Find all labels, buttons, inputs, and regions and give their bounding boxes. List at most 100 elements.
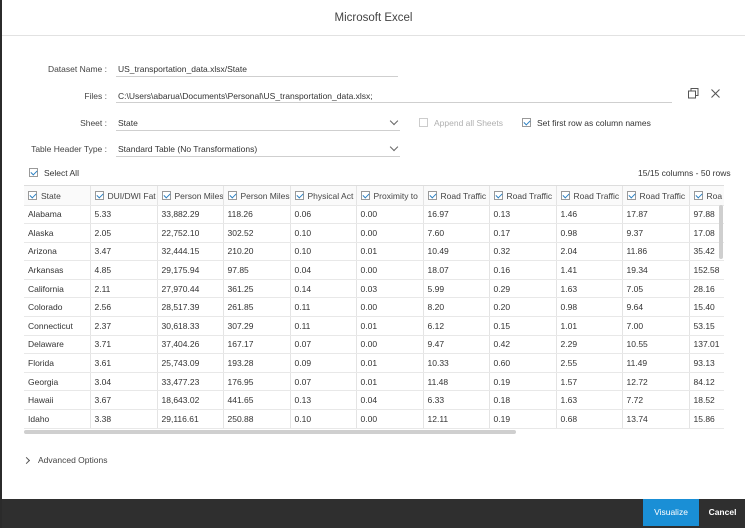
- table-cell: 10.33: [423, 353, 490, 373]
- files-input[interactable]: C:\Users\abarua\Documents\Personal\US_tr…: [118, 91, 373, 101]
- table-cell: 0.07: [290, 335, 357, 355]
- column-checkbox[interactable]: [227, 191, 237, 201]
- table-cell: 0.00: [356, 297, 424, 318]
- table-cell: 11.48: [423, 372, 490, 392]
- column-header[interactable]: Physical Act: [290, 186, 357, 206]
- table-cell: 2.04: [556, 242, 623, 262]
- table-cell: 2.11: [90, 279, 158, 299]
- first-row-checkbox[interactable]: [522, 118, 531, 127]
- table-cell: 1.63: [556, 390, 623, 411]
- table-cell: 32,444.15: [157, 242, 224, 262]
- table-cell: 0.00: [356, 335, 424, 355]
- column-checkbox[interactable]: [294, 191, 304, 201]
- table-cell: 7.60: [423, 223, 490, 243]
- table-cell: 15.86: [689, 409, 724, 429]
- table-cell: 2.37: [90, 316, 158, 336]
- table-cell: 0.13: [489, 205, 557, 225]
- table-row: Colorado 2.56 28,517.39 261.85 0.11 0.00 8.20 0…: [24, 297, 724, 318]
- close-icon[interactable]: [711, 89, 720, 98]
- table-cell: 5.33: [90, 205, 158, 225]
- append-sheets-checkbox[interactable]: [419, 118, 428, 127]
- table-cell: 17.87: [622, 205, 690, 225]
- table-row: Georgia 3.04 33,477.23 176.95 0.07 0.01 11.48 0…: [24, 372, 724, 392]
- table-row: Alabama 5.33 33,882.29 118.26 0.06 0.00 16.97 0…: [24, 205, 724, 225]
- table-cell: California: [24, 279, 91, 299]
- header-type-underline: [116, 156, 400, 157]
- vertical-scrollbar[interactable]: [719, 205, 723, 259]
- column-header[interactable]: Road Traffic: [556, 186, 623, 206]
- table-row: Hawaii 3.67 18,643.02 441.65 0.13 0.04 6.33 0.1…: [24, 390, 724, 411]
- select-all-checkbox[interactable]: [29, 168, 38, 177]
- column-checkbox[interactable]: [693, 191, 703, 201]
- table-cell: Connecticut: [24, 316, 91, 336]
- column-header[interactable]: Road Traffic: [622, 186, 690, 206]
- header-type-select[interactable]: Standard Table (No Transformations): [118, 144, 257, 154]
- files-underline: [116, 102, 672, 103]
- column-header[interactable]: Road Traffic: [423, 186, 490, 206]
- table-cell: 8.20: [423, 297, 490, 318]
- table-cell: 12.72: [622, 372, 690, 392]
- table-cell: 0.00: [356, 205, 424, 225]
- table-cell: 10.55: [622, 335, 690, 355]
- column-checkbox[interactable]: [427, 191, 437, 201]
- column-checkbox[interactable]: [94, 191, 104, 201]
- column-header[interactable]: Road Traffic: [489, 186, 557, 206]
- table-cell: 1.63: [556, 279, 623, 299]
- table-header-row: State DUI/DWI Fat Person Miles Person Mi…: [24, 186, 724, 206]
- column-header[interactable]: Person Miles: [223, 186, 291, 206]
- table-cell: 9.37: [622, 223, 690, 243]
- column-header[interactable]: State: [24, 186, 91, 206]
- table-cell: 18.52: [689, 390, 724, 411]
- table-cell: 0.00: [356, 409, 424, 429]
- table-cell: 2.29: [556, 335, 623, 355]
- column-checkbox[interactable]: [626, 191, 636, 201]
- table-cell: 84.12: [689, 372, 724, 392]
- table-cell: 0.11: [290, 316, 357, 336]
- table-cell: 5.99: [423, 279, 490, 299]
- column-header[interactable]: Person Miles: [157, 186, 224, 206]
- header-type-label: Table Header Type :: [31, 144, 107, 154]
- table-cell: 0.01: [356, 316, 424, 336]
- table-cell: 18,643.02: [157, 390, 224, 411]
- table-cell: 7.72: [622, 390, 690, 411]
- table-cell: 3.67: [90, 390, 158, 411]
- column-header[interactable]: Roa: [689, 186, 724, 206]
- sheet-label: Sheet :: [80, 118, 107, 128]
- copy-icon[interactable]: [688, 88, 699, 99]
- table-cell: Idaho: [24, 409, 91, 429]
- table-cell: 176.95: [223, 372, 291, 392]
- column-header[interactable]: Proximity to: [356, 186, 424, 206]
- advanced-options-toggle[interactable]: Advanced Options: [22, 455, 108, 465]
- column-checkbox[interactable]: [493, 191, 503, 201]
- chevron-down-icon[interactable]: [389, 142, 399, 152]
- table-row: Arkansas 4.85 29,175.94 97.85 0.04 0.00 18.07 0…: [24, 260, 724, 280]
- dataset-name-input[interactable]: US_transportation_data.xlsx/State: [118, 64, 247, 74]
- title-divider: [2, 35, 745, 36]
- table-cell: 3.71: [90, 335, 158, 355]
- table-cell: 13.74: [622, 409, 690, 429]
- table-cell: Hawaii: [24, 390, 91, 411]
- horizontal-scrollbar[interactable]: [24, 430, 516, 434]
- table-cell: 0.16: [489, 260, 557, 280]
- table-row: Alaska 2.05 22,752.10 302.52 0.10 0.00 7.60 0.1…: [24, 223, 724, 243]
- chevron-down-icon[interactable]: [389, 116, 399, 126]
- table-cell: 93.13: [689, 353, 724, 373]
- table-cell: 210.20: [223, 242, 291, 262]
- advanced-options-label: Advanced Options: [38, 455, 108, 465]
- table-cell: 0.68: [556, 409, 623, 429]
- visualize-button[interactable]: Visualize: [643, 499, 699, 526]
- table-cell: 0.42: [489, 335, 557, 355]
- dataset-name-label: Dataset Name :: [47, 64, 107, 74]
- column-header[interactable]: DUI/DWI Fat: [90, 186, 158, 206]
- column-checkbox[interactable]: [560, 191, 570, 201]
- column-checkbox[interactable]: [161, 191, 171, 201]
- column-checkbox[interactable]: [28, 191, 37, 201]
- table-cell: 0.03: [356, 279, 424, 299]
- table-cell: 7.05: [622, 279, 690, 299]
- cancel-button[interactable]: Cancel: [700, 499, 745, 526]
- table-cell: 193.28: [223, 353, 291, 373]
- table-cell: 1.41: [556, 260, 623, 280]
- column-checkbox[interactable]: [360, 191, 370, 201]
- sheet-select[interactable]: State: [118, 118, 138, 128]
- table-cell: Delaware: [24, 335, 91, 355]
